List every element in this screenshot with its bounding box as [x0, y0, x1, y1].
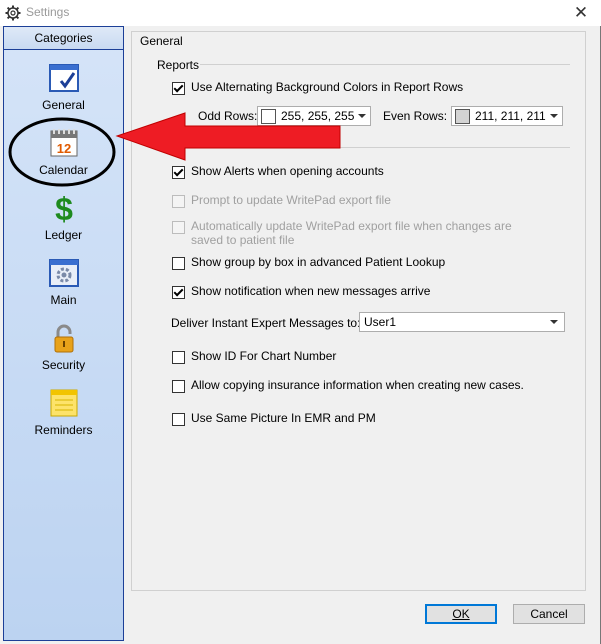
- checkbox-label: Show ID For Chart Number: [191, 349, 337, 363]
- color-swatch: [455, 108, 470, 124]
- show-id-checkbox[interactable]: [172, 351, 185, 364]
- odd-rows-value: 255, 255, 255: [281, 109, 355, 123]
- sidebar-item-general[interactable]: General: [4, 62, 123, 112]
- sidebar-item-label: Ledger: [44, 228, 83, 242]
- color-swatch: [261, 108, 276, 124]
- gear-icon: [5, 5, 21, 21]
- padlock-icon: [48, 322, 80, 354]
- group-title: General: [140, 34, 183, 48]
- checkbox-label: Prompt to update WritePad export file: [191, 193, 391, 207]
- chevron-down-icon: [550, 320, 558, 324]
- window-title: Settings: [26, 5, 70, 19]
- checkbox-label: Use Alternating Background Colors in Rep…: [191, 80, 464, 94]
- svg-text:$: $: [55, 192, 73, 224]
- checkbox-label: Show notification when new messages arri…: [191, 284, 431, 298]
- chevron-down-icon: [550, 114, 558, 118]
- auto-update-writepad-checkbox: [172, 221, 185, 234]
- notification-checkbox[interactable]: [172, 286, 185, 299]
- divider: [200, 147, 570, 148]
- checkbox-label: Show group by box in advanced Patient Lo…: [191, 255, 446, 269]
- categories-header: Categories: [4, 27, 123, 50]
- close-button[interactable]: ✕: [567, 2, 595, 24]
- checklist-icon: [48, 62, 80, 94]
- show-alerts-option[interactable]: Show Alerts when opening accounts: [172, 164, 384, 179]
- sidebar-item-main[interactable]: Main: [4, 257, 123, 307]
- instant-expert-value: User1: [364, 315, 397, 329]
- sidebar-item-security[interactable]: Security: [4, 322, 123, 372]
- sidebar-item-label: General: [42, 98, 85, 112]
- calendar-icon: 12: [48, 127, 80, 159]
- sidebar-item-label: Main: [50, 293, 77, 307]
- show-alerts-checkbox[interactable]: [172, 166, 185, 179]
- sidebar-item-label: Security: [41, 358, 86, 372]
- close-icon: ✕: [573, 3, 589, 22]
- sidebar-item-ledger[interactable]: $ Ledger: [4, 191, 123, 242]
- sidebar-item-label: Calendar: [39, 163, 88, 177]
- checkbox-label: Show Alerts when opening accounts: [191, 164, 384, 178]
- cancel-button[interactable]: Cancel: [513, 604, 585, 624]
- copy-insurance-checkbox[interactable]: [172, 380, 185, 393]
- checkbox-label: Allow copying insurance information when…: [191, 378, 524, 392]
- ok-label: OK: [452, 607, 470, 621]
- prompt-writepad-option: Prompt to update WritePad export file: [172, 193, 391, 208]
- same-picture-checkbox[interactable]: [172, 413, 185, 426]
- alternating-colors-option[interactable]: Use Alternating Background Colors in Rep…: [172, 80, 463, 95]
- svg-text:12: 12: [56, 141, 70, 156]
- auto-update-writepad-option: Automatically update WritePad export fil…: [172, 219, 544, 247]
- divider: [200, 64, 570, 65]
- chevron-down-icon: [358, 114, 366, 118]
- cancel-label: Cancel: [530, 607, 568, 621]
- dollar-icon: $: [48, 191, 80, 227]
- title-bar: Settings ✕: [0, 0, 601, 26]
- ok-button[interactable]: OK: [425, 604, 497, 624]
- sidebar-item-reminders[interactable]: Reminders: [4, 387, 123, 437]
- odd-rows-label: Odd Rows:: [198, 109, 258, 123]
- checkbox-label: Automatically update WritePad export fil…: [191, 219, 512, 247]
- prompt-writepad-checkbox: [172, 195, 185, 208]
- instant-expert-label: Deliver Instant Expert Messages to:: [171, 316, 361, 330]
- checkbox-label: Use Same Picture In EMR and PM: [191, 411, 376, 425]
- sidebar-item-calendar[interactable]: 12 Calendar: [4, 127, 123, 177]
- sidebar-item-label: Reminders: [34, 423, 93, 437]
- even-rows-color-select[interactable]: 211, 211, 211: [451, 106, 563, 126]
- notification-option[interactable]: Show notification when new messages arri…: [172, 284, 430, 299]
- same-picture-option[interactable]: Use Same Picture In EMR and PM: [172, 411, 376, 426]
- group-by-box-option[interactable]: Show group by box in advanced Patient Lo…: [172, 255, 445, 270]
- even-rows-label: Even Rows:: [383, 109, 448, 123]
- reports-section-title: Reports: [157, 58, 200, 72]
- sticky-note-icon: [48, 387, 80, 419]
- alternating-colors-checkbox[interactable]: [172, 82, 185, 95]
- categories-sidebar: Categories General 12 Calendar $ Ledger …: [3, 26, 124, 641]
- copy-insurance-option[interactable]: Allow copying insurance information when…: [172, 378, 524, 393]
- instant-expert-select[interactable]: User1: [359, 312, 565, 332]
- gear-window-icon: [48, 257, 80, 289]
- even-rows-value: 211, 211, 211: [475, 109, 546, 123]
- show-id-option[interactable]: Show ID For Chart Number: [172, 349, 336, 364]
- odd-rows-color-select[interactable]: 255, 255, 255: [257, 106, 371, 126]
- group-by-box-checkbox[interactable]: [172, 257, 185, 270]
